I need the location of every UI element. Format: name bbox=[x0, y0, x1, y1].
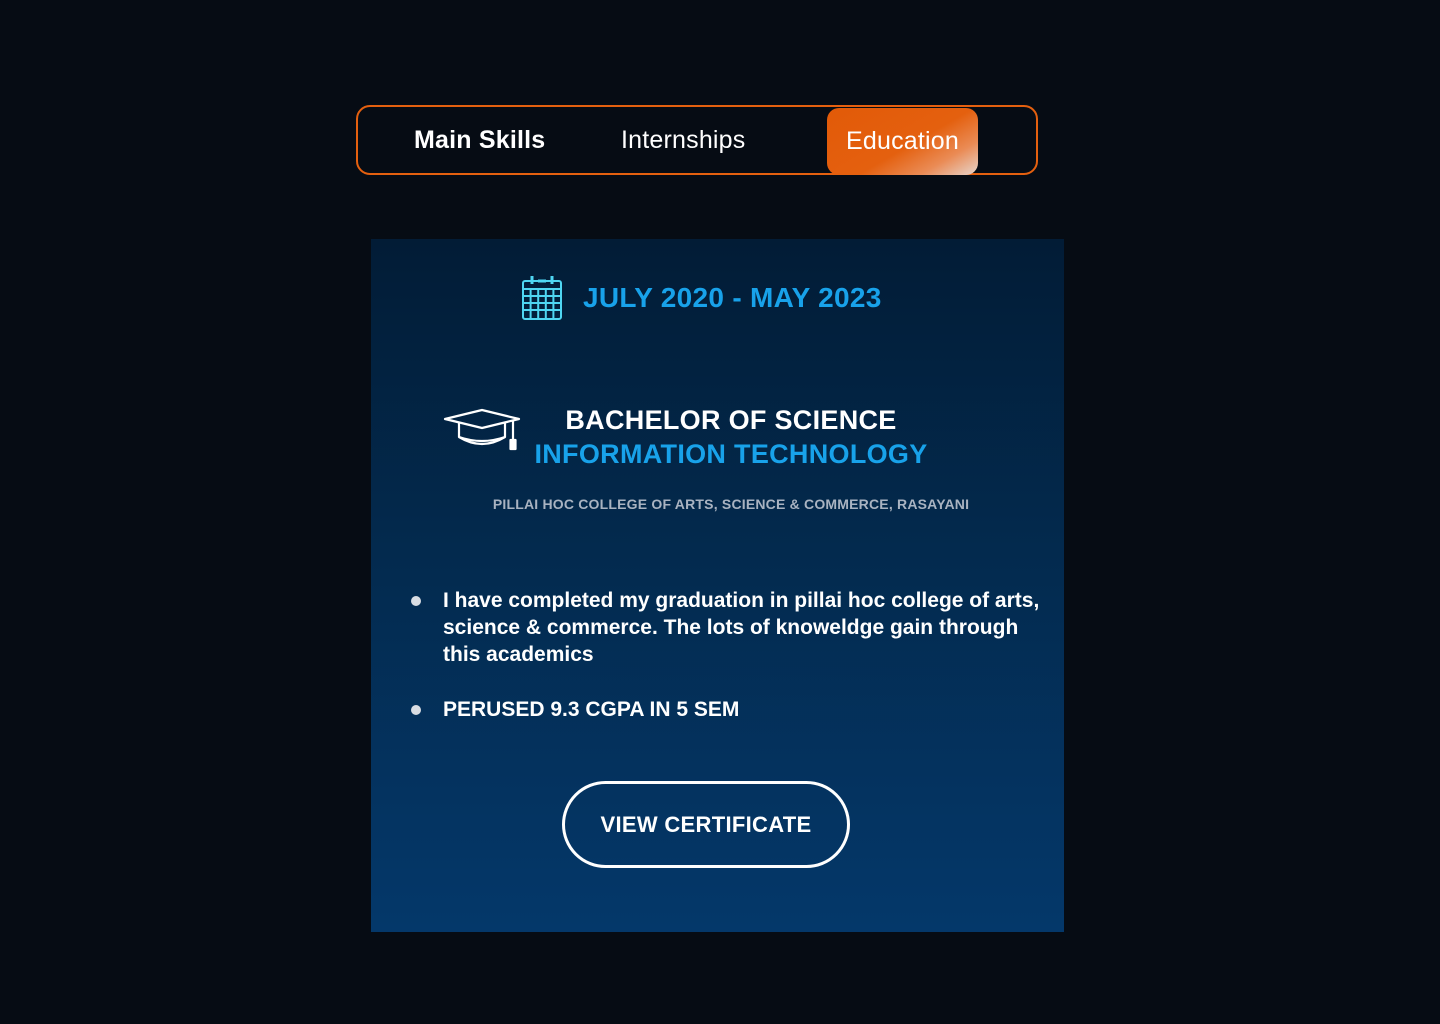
date-range: JULY 2020 - MAY 2023 bbox=[583, 282, 882, 313]
graduation-cap-icon bbox=[443, 407, 521, 456]
page: Main Skills Internships Education JULY 2… bbox=[0, 0, 1440, 1024]
college-name: PILLAI HOC COLLEGE OF ARTS, SCIENCE & CO… bbox=[492, 496, 970, 512]
list-item: PERUSED 9.3 CGPA IN 5 SEM bbox=[409, 696, 1049, 723]
tab-education[interactable]: Education bbox=[827, 108, 978, 175]
degree-field: INFORMATION TECHNOLOGY bbox=[534, 439, 928, 469]
degree-block: BACHELOR OF SCIENCE INFORMATION TECHNOLO… bbox=[534, 403, 927, 471]
calendar-icon bbox=[521, 275, 563, 321]
list-item-text: PERUSED 9.3 CGPA IN 5 SEM bbox=[443, 698, 740, 721]
view-certificate-button[interactable]: VIEW CERTIFICATE bbox=[562, 781, 850, 868]
bullet-dot-icon bbox=[411, 705, 421, 715]
bullet-dot-icon bbox=[411, 596, 421, 606]
list-item-text: I have completed my graduation in pillai… bbox=[443, 589, 1040, 666]
tab-main-skills[interactable]: Main Skills bbox=[414, 107, 545, 173]
highlights-list: I have completed my graduation in pillai… bbox=[409, 587, 1049, 751]
tab-internships[interactable]: Internships bbox=[621, 107, 746, 173]
degree-title: BACHELOR OF SCIENCE bbox=[565, 405, 897, 435]
tab-bar: Main Skills Internships Education bbox=[356, 105, 1038, 175]
list-item: I have completed my graduation in pillai… bbox=[409, 587, 1049, 668]
education-card: JULY 2020 - MAY 2023 BACHELOR OF SCIENCE… bbox=[371, 239, 1064, 932]
date-row: JULY 2020 - MAY 2023 bbox=[521, 273, 882, 323]
